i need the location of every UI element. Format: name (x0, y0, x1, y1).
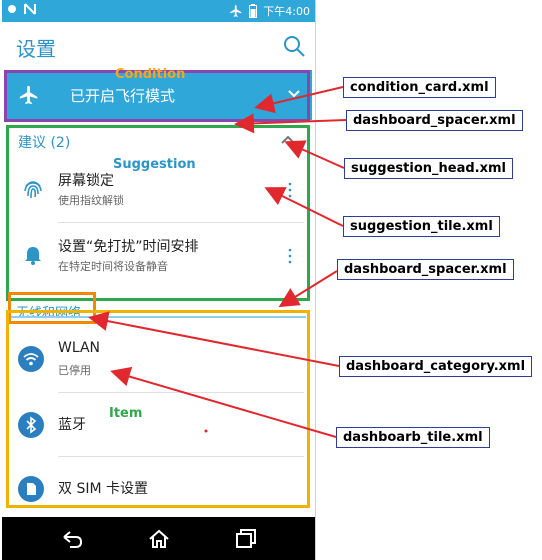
recent-apps-icon[interactable] (234, 527, 258, 551)
annotation-suggestion-head: suggestion_head.xml (344, 158, 513, 179)
category-box (6, 310, 310, 508)
annotation-dashboard-spacer-bottom: dashboard_spacer.xml (337, 259, 514, 280)
status-bar: 下午4:00 (2, 0, 315, 22)
annotation-dashboard-spacer-top: dashboard_spacer.xml (346, 110, 523, 131)
battery-icon (249, 4, 258, 18)
home-icon[interactable] (147, 527, 171, 551)
condition-label: Condition (115, 67, 186, 82)
suggestion-label: Suggestion (113, 157, 196, 172)
annotation-dashboard-category: dashboard_category.xml (339, 356, 533, 377)
annotation-dashboard-tile: dashboarb_tile.xml (336, 427, 490, 448)
airplane-mode-icon (230, 5, 242, 17)
status-time: 下午4:00 (263, 5, 310, 18)
page-title: 设置 (16, 37, 56, 61)
navigation-bar (2, 517, 315, 560)
search-icon[interactable] (282, 34, 306, 58)
annotation-suggestion-tile: suggestion_tile.xml (343, 216, 500, 237)
back-icon[interactable] (60, 527, 84, 551)
app-bar: 设置 (2, 22, 315, 70)
item-label: Item (109, 406, 143, 421)
nfc-icon (24, 3, 36, 15)
status-dot-icon (8, 5, 16, 13)
suggestion-box (6, 125, 310, 301)
annotation-condition-card: condition_card.xml (343, 77, 496, 98)
